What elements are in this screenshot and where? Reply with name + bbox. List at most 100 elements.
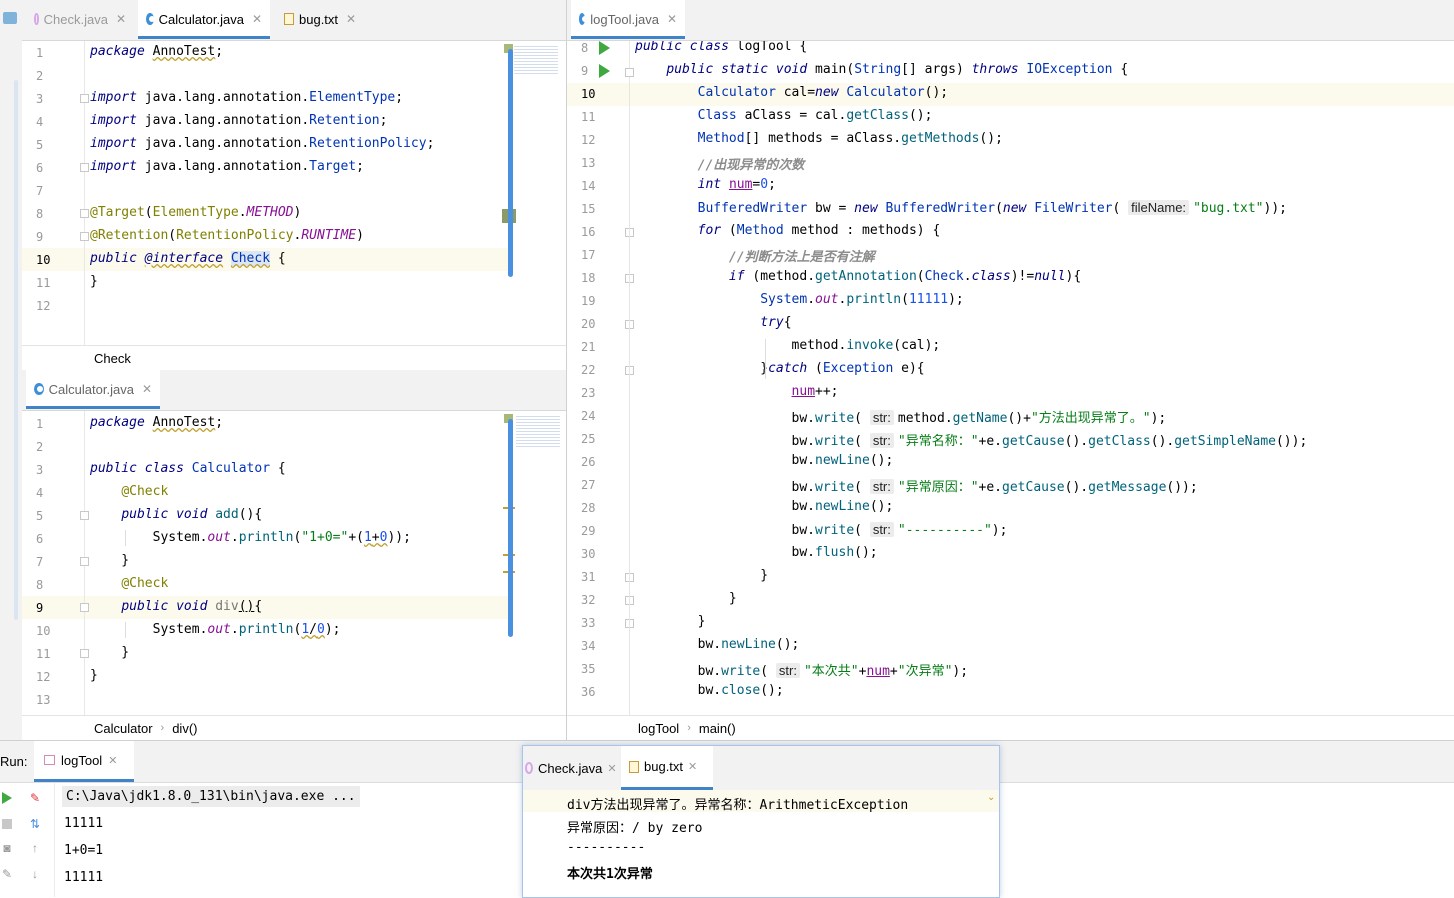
left-bottom-editor[interactable]: 1 2 3 4 5 6 7 8 9 10 11 12 13 package AnnoTest; publ… — [22, 411, 566, 715]
project-icon[interactable] — [3, 12, 17, 24]
code-line-7[interactable]: } — [90, 553, 129, 568]
run-gutter-icon[interactable] — [599, 41, 610, 55]
breadcrumb-item[interactable]: div() — [172, 721, 197, 736]
close-icon[interactable]: ✕ — [607, 762, 616, 775]
line-number[interactable]: 28 — [581, 501, 595, 515]
line-number[interactable]: 3 — [36, 463, 43, 477]
code-line[interactable]: public class logTool { — [635, 41, 807, 54]
chevron-down-icon[interactable]: ⌄ — [987, 792, 995, 803]
line-number[interactable]: 26 — [581, 455, 595, 469]
line-number[interactable]: 12 — [36, 670, 50, 684]
tab-check-java[interactable]: Check.java ✕ — [26, 0, 134, 38]
line-number[interactable]: 1 — [36, 46, 43, 60]
sort-icon[interactable]: ⇅ — [28, 817, 42, 831]
code-line-9[interactable]: @Retention(RetentionPolicy.RUNTIME) — [90, 228, 364, 243]
breadcrumb-item[interactable]: Check — [94, 351, 131, 366]
code-line-4[interactable]: import java.lang.annotation.Retention; — [90, 113, 387, 128]
code-line[interactable]: Calculator cal=new Calculator(); — [635, 85, 949, 100]
code-line[interactable]: bw.flush(); — [635, 545, 878, 560]
vertical-scrollbar[interactable] — [508, 49, 513, 277]
line-number[interactable]: 33 — [581, 616, 595, 630]
tab-bug-txt[interactable]: bug.txt ✕ — [621, 746, 713, 790]
fold-marker[interactable] — [80, 511, 89, 520]
code-line-10[interactable]: System.out.println(1/0); — [90, 622, 341, 637]
close-icon[interactable]: ✕ — [116, 12, 126, 26]
code-line[interactable]: Method[] methods = aClass.getMethods(); — [635, 131, 1003, 146]
line-number[interactable]: 15 — [581, 202, 595, 216]
line-number[interactable]: 8 — [581, 41, 588, 55]
line-number[interactable]: 9 — [36, 601, 43, 615]
close-icon[interactable]: ✕ — [346, 12, 356, 26]
breadcrumb-item[interactable]: logTool — [638, 721, 679, 736]
line-number[interactable]: 9 — [581, 64, 588, 78]
console-command-line[interactable]: C:\Java\jdk1.8.0_131\bin\java.exe ... — [62, 786, 360, 807]
code-line-11[interactable]: } — [90, 645, 129, 660]
code-line-5[interactable]: public void add(){ — [90, 507, 262, 522]
line-number[interactable]: 16 — [581, 225, 595, 239]
line-number[interactable]: 17 — [581, 248, 595, 262]
fold-marker[interactable] — [80, 209, 89, 218]
line-number[interactable]: 1 — [36, 417, 43, 431]
line-number[interactable]: 7 — [36, 184, 43, 198]
code-line[interactable]: //判断方法上是否有注解 — [635, 246, 875, 265]
line-number[interactable]: 32 — [581, 593, 595, 607]
code-line[interactable]: //出现异常的次数 — [635, 154, 805, 173]
line-number[interactable]: 6 — [36, 532, 43, 546]
code-line[interactable]: } — [635, 614, 706, 629]
code-line[interactable]: bw.write( str: "异常名称："+e.getCause().getCl… — [635, 430, 1307, 449]
code-line[interactable]: bw.newLine(); — [635, 499, 894, 514]
code-line[interactable]: bw.newLine(); — [635, 637, 800, 652]
code-line[interactable]: bw.close(); — [635, 683, 784, 698]
line-number[interactable]: 8 — [36, 207, 43, 221]
rerun-icon[interactable] — [0, 791, 14, 805]
right-editor[interactable]: 8 9 10 11 12 13 14 15 16 17 18 19 20 21 22 23 24 25 26 27 28… — [567, 41, 1454, 715]
line-number[interactable]: 14 — [581, 179, 595, 193]
line-number[interactable]: 35 — [581, 662, 595, 676]
code-line[interactable]: bw.write( str: method.getName()+"方法出现异常了。… — [635, 407, 1166, 426]
fold-marker[interactable] — [80, 163, 89, 172]
line-number[interactable]: 5 — [36, 138, 43, 152]
line-number[interactable]: 11 — [36, 276, 50, 290]
run-tab-logtool[interactable]: logTool ✕ — [34, 741, 134, 782]
code-line[interactable]: }catch (Exception e){ — [635, 361, 924, 376]
code-line[interactable]: int num=0; — [635, 177, 776, 192]
line-number[interactable]: 12 — [36, 299, 50, 313]
line-number[interactable]: 9 — [36, 230, 43, 244]
line-number[interactable]: 23 — [581, 386, 595, 400]
tab-bug-txt[interactable]: bug.txt ✕ — [276, 0, 366, 38]
text-line-4[interactable]: 本次共1次异常 — [567, 863, 653, 882]
line-number[interactable]: 4 — [36, 115, 43, 129]
code-line-4[interactable]: @Check — [90, 484, 168, 499]
line-number[interactable]: 34 — [581, 639, 595, 653]
pin-icon[interactable]: ✎ — [0, 867, 14, 881]
line-number[interactable]: 36 — [581, 685, 595, 699]
close-icon[interactable]: ✕ — [688, 760, 697, 773]
line-number[interactable]: 19 — [581, 294, 595, 308]
stop-icon[interactable] — [0, 817, 14, 831]
code-line[interactable]: bw.newLine(); — [635, 453, 894, 468]
close-icon[interactable]: ✕ — [252, 12, 262, 26]
code-line[interactable]: method.invoke(cal); — [635, 338, 941, 353]
line-number[interactable]: 21 — [581, 340, 595, 354]
text-line-3[interactable]: ---------- — [567, 840, 645, 855]
fold-marker[interactable] — [625, 68, 634, 77]
code-line-5[interactable]: import java.lang.annotation.RetentionPol… — [90, 136, 434, 151]
edit-config-icon[interactable]: ✎ — [28, 791, 42, 805]
code-line[interactable]: Class aClass = cal.getClass(); — [635, 108, 933, 123]
code-line-10[interactable]: public @interface Check { — [90, 251, 286, 266]
fold-marker[interactable] — [80, 94, 89, 103]
tab-calculator-java[interactable]: Calculator.java ✕ — [26, 370, 160, 409]
code-line-3[interactable]: public class Calculator { — [90, 461, 286, 476]
code-line[interactable]: if (method.getAnnotation(Check.class)!=n… — [635, 269, 1081, 284]
code-line[interactable]: try{ — [635, 315, 791, 330]
tab-check-java[interactable]: Check.java ✕ — [523, 746, 617, 790]
line-number[interactable]: 13 — [36, 693, 50, 707]
line-number[interactable]: 25 — [581, 432, 595, 446]
arrow-down-icon[interactable]: ↓ — [28, 867, 42, 881]
arrow-up-icon[interactable]: ↑ — [28, 841, 42, 855]
line-number[interactable]: 7 — [36, 555, 43, 569]
code-line[interactable]: BufferedWriter bw = new BufferedWriter(n… — [635, 200, 1287, 216]
tab-logtool-java[interactable]: logTool.java ✕ — [571, 0, 685, 39]
line-number[interactable]: 31 — [581, 570, 595, 584]
breadcrumb-item[interactable]: Calculator — [94, 721, 153, 736]
